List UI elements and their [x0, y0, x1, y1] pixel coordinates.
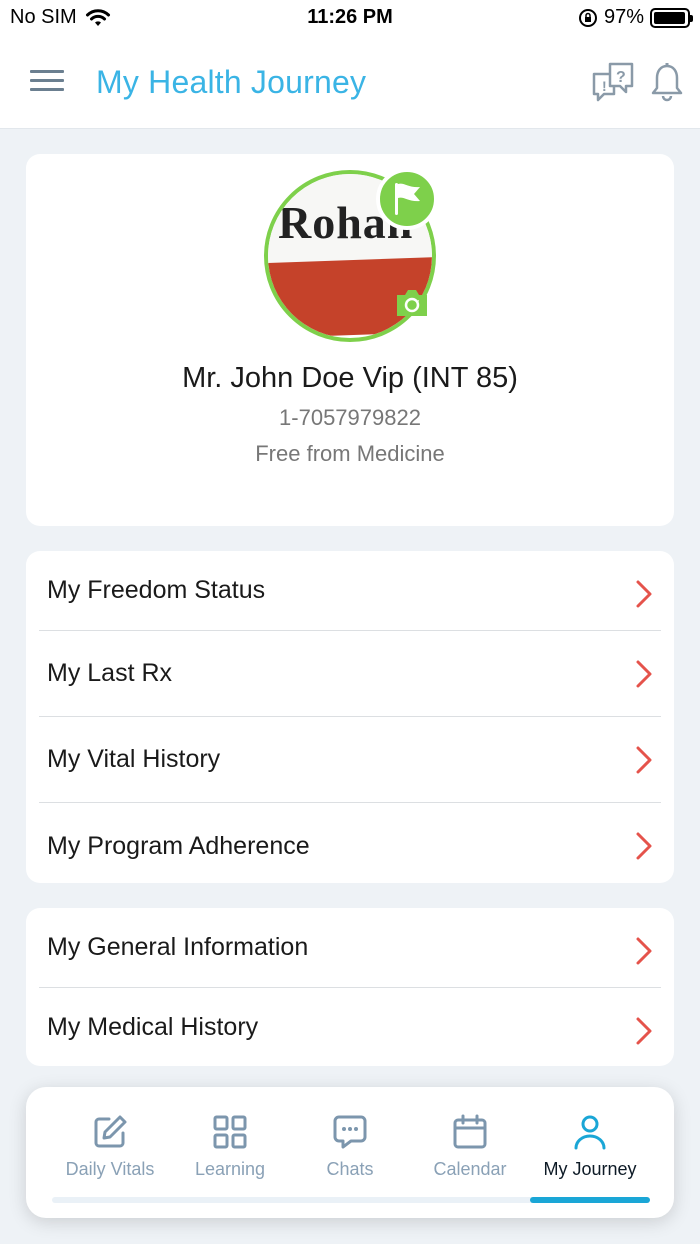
tab-active-indicator — [530, 1197, 650, 1203]
profile-phone: 1-7057979822 — [279, 405, 421, 430]
chevron-right-icon — [636, 937, 652, 965]
menu-item-label: My Freedom Status — [47, 576, 266, 604]
chevron-right-icon — [636, 660, 652, 688]
menu-item-label: My Medical History — [47, 1012, 259, 1041]
tab-label: Daily Vitals — [65, 1159, 155, 1179]
chat-bubble-icon — [333, 1115, 367, 1149]
profile-status: Free from Medicine — [255, 441, 445, 466]
rotation-lock-icon — [578, 8, 597, 27]
svg-text:?: ? — [616, 69, 626, 86]
edit-icon — [94, 1115, 127, 1148]
bottom-tab-bar: Daily Vitals Learning Chats Calendar My … — [26, 1087, 674, 1218]
menu-item-label: My Last Rx — [47, 659, 173, 687]
tab-learning[interactable]: Learning — [170, 1113, 290, 1183]
hamburger-menu-icon[interactable] — [30, 68, 64, 94]
menu-group-secondary: My General Information My Medical Histor… — [26, 908, 674, 1066]
tab-label: Chats — [326, 1159, 374, 1179]
faq-question-icon[interactable]: ! ? — [590, 60, 636, 104]
menu-item-general-information[interactable]: My General Information — [39, 908, 661, 988]
app-header: My Health Journey ! ? — [0, 36, 700, 129]
tab-daily-vitals[interactable]: Daily Vitals — [50, 1113, 170, 1183]
menu-item-program-adherence[interactable]: My Program Adherence — [39, 803, 661, 889]
chevron-right-icon — [636, 746, 652, 774]
grid-icon — [213, 1115, 247, 1149]
tab-label: Learning — [194, 1159, 266, 1179]
camera-icon[interactable] — [394, 288, 430, 318]
battery-percent: 97% — [603, 6, 644, 28]
menu-item-vital-history[interactable]: My Vital History — [39, 717, 661, 803]
page-title: My Health Journey — [96, 64, 367, 100]
bell-icon[interactable] — [650, 62, 684, 102]
menu-item-freedom-status[interactable]: My Freedom Status — [39, 551, 661, 631]
svg-text:!: ! — [602, 78, 607, 94]
menu-group-primary: My Freedom Status My Last Rx My Vital Hi… — [26, 551, 674, 883]
tab-chats[interactable]: Chats — [290, 1113, 410, 1183]
status-right: 97% — [578, 6, 693, 29]
menu-item-label: My General Information — [47, 933, 309, 961]
menu-item-last-rx[interactable]: My Last Rx — [39, 631, 661, 717]
calendar-icon — [453, 1114, 487, 1149]
profile-name: Mr. John Doe Vip (INT 85) — [182, 362, 518, 394]
chevron-right-icon — [636, 580, 652, 608]
menu-item-label: My Vital History — [47, 745, 221, 773]
flag-icon — [395, 183, 420, 215]
tab-label: My Journey — [543, 1159, 637, 1179]
status-bar: No SIM 11:26 PM 97% — [0, 0, 700, 36]
avatar-container: Rohan — [264, 168, 438, 342]
flag-badge[interactable] — [376, 168, 438, 230]
menu-item-medical-history[interactable]: My Medical History — [39, 988, 661, 1066]
profile-card: Rohan Mr. John Doe Vip (INT 85) 1-705797… — [26, 154, 674, 526]
user-icon — [574, 1115, 606, 1150]
chevron-right-icon — [636, 1017, 652, 1045]
tab-calendar[interactable]: Calendar — [410, 1113, 530, 1183]
menu-item-label: My Program Adherence — [47, 831, 310, 860]
tab-my-journey[interactable]: My Journey — [530, 1113, 650, 1183]
chevron-right-icon — [636, 832, 652, 860]
tab-label: Calendar — [433, 1159, 507, 1179]
battery-icon — [650, 7, 693, 28]
